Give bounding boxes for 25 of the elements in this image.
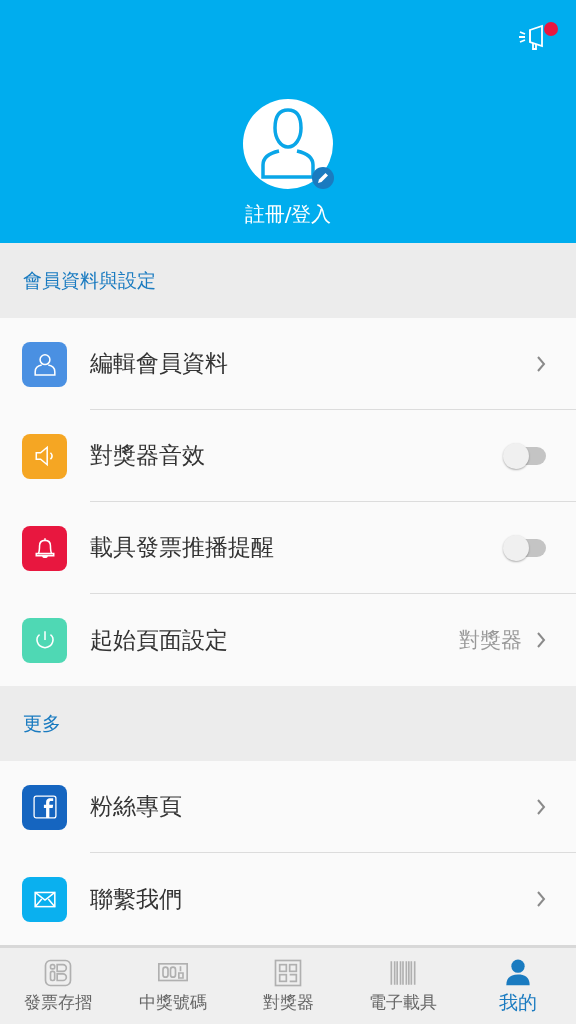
menu-item[interactable]: 載具發票推播提醒 bbox=[90, 532, 274, 563]
person-icon bbox=[258, 107, 318, 181]
barcode-icon bbox=[388, 958, 419, 988]
chevron-right-icon bbox=[536, 797, 546, 816]
menu-item[interactable]: 聯繫我們 bbox=[90, 883, 182, 915]
qr-code-icon bbox=[273, 958, 303, 988]
chevron-right-icon bbox=[536, 354, 546, 373]
section-title: 更多 bbox=[23, 710, 61, 736]
menu-item[interactable]: 粉絲專頁 bbox=[90, 791, 182, 822]
passbook-icon bbox=[42, 958, 73, 988]
section-title: 會員資料與設定 bbox=[23, 267, 156, 293]
menu-item[interactable]: 對獎器音效 bbox=[90, 440, 205, 471]
chevron-right-icon bbox=[536, 890, 546, 908]
chevron-right-icon bbox=[536, 631, 546, 649]
facebook-icon bbox=[32, 795, 57, 819]
profile-icon bbox=[32, 352, 57, 376]
nav-tab[interactable]: 對獎器 bbox=[230, 948, 346, 1024]
setting-value: 對獎器 bbox=[459, 627, 522, 654]
pencil-icon bbox=[312, 167, 334, 189]
nav-tab[interactable]: 我的 bbox=[460, 948, 576, 1024]
nav-tab[interactable]: 發票存摺 bbox=[0, 948, 116, 1024]
nav-tab[interactable]: 電子載具 bbox=[345, 948, 461, 1024]
menu-item[interactable]: 起始頁面設定 bbox=[90, 624, 228, 656]
menu-item[interactable]: 編輯會員資料 bbox=[90, 348, 228, 379]
nav-tab[interactable]: 中獎號碼 bbox=[115, 948, 231, 1024]
